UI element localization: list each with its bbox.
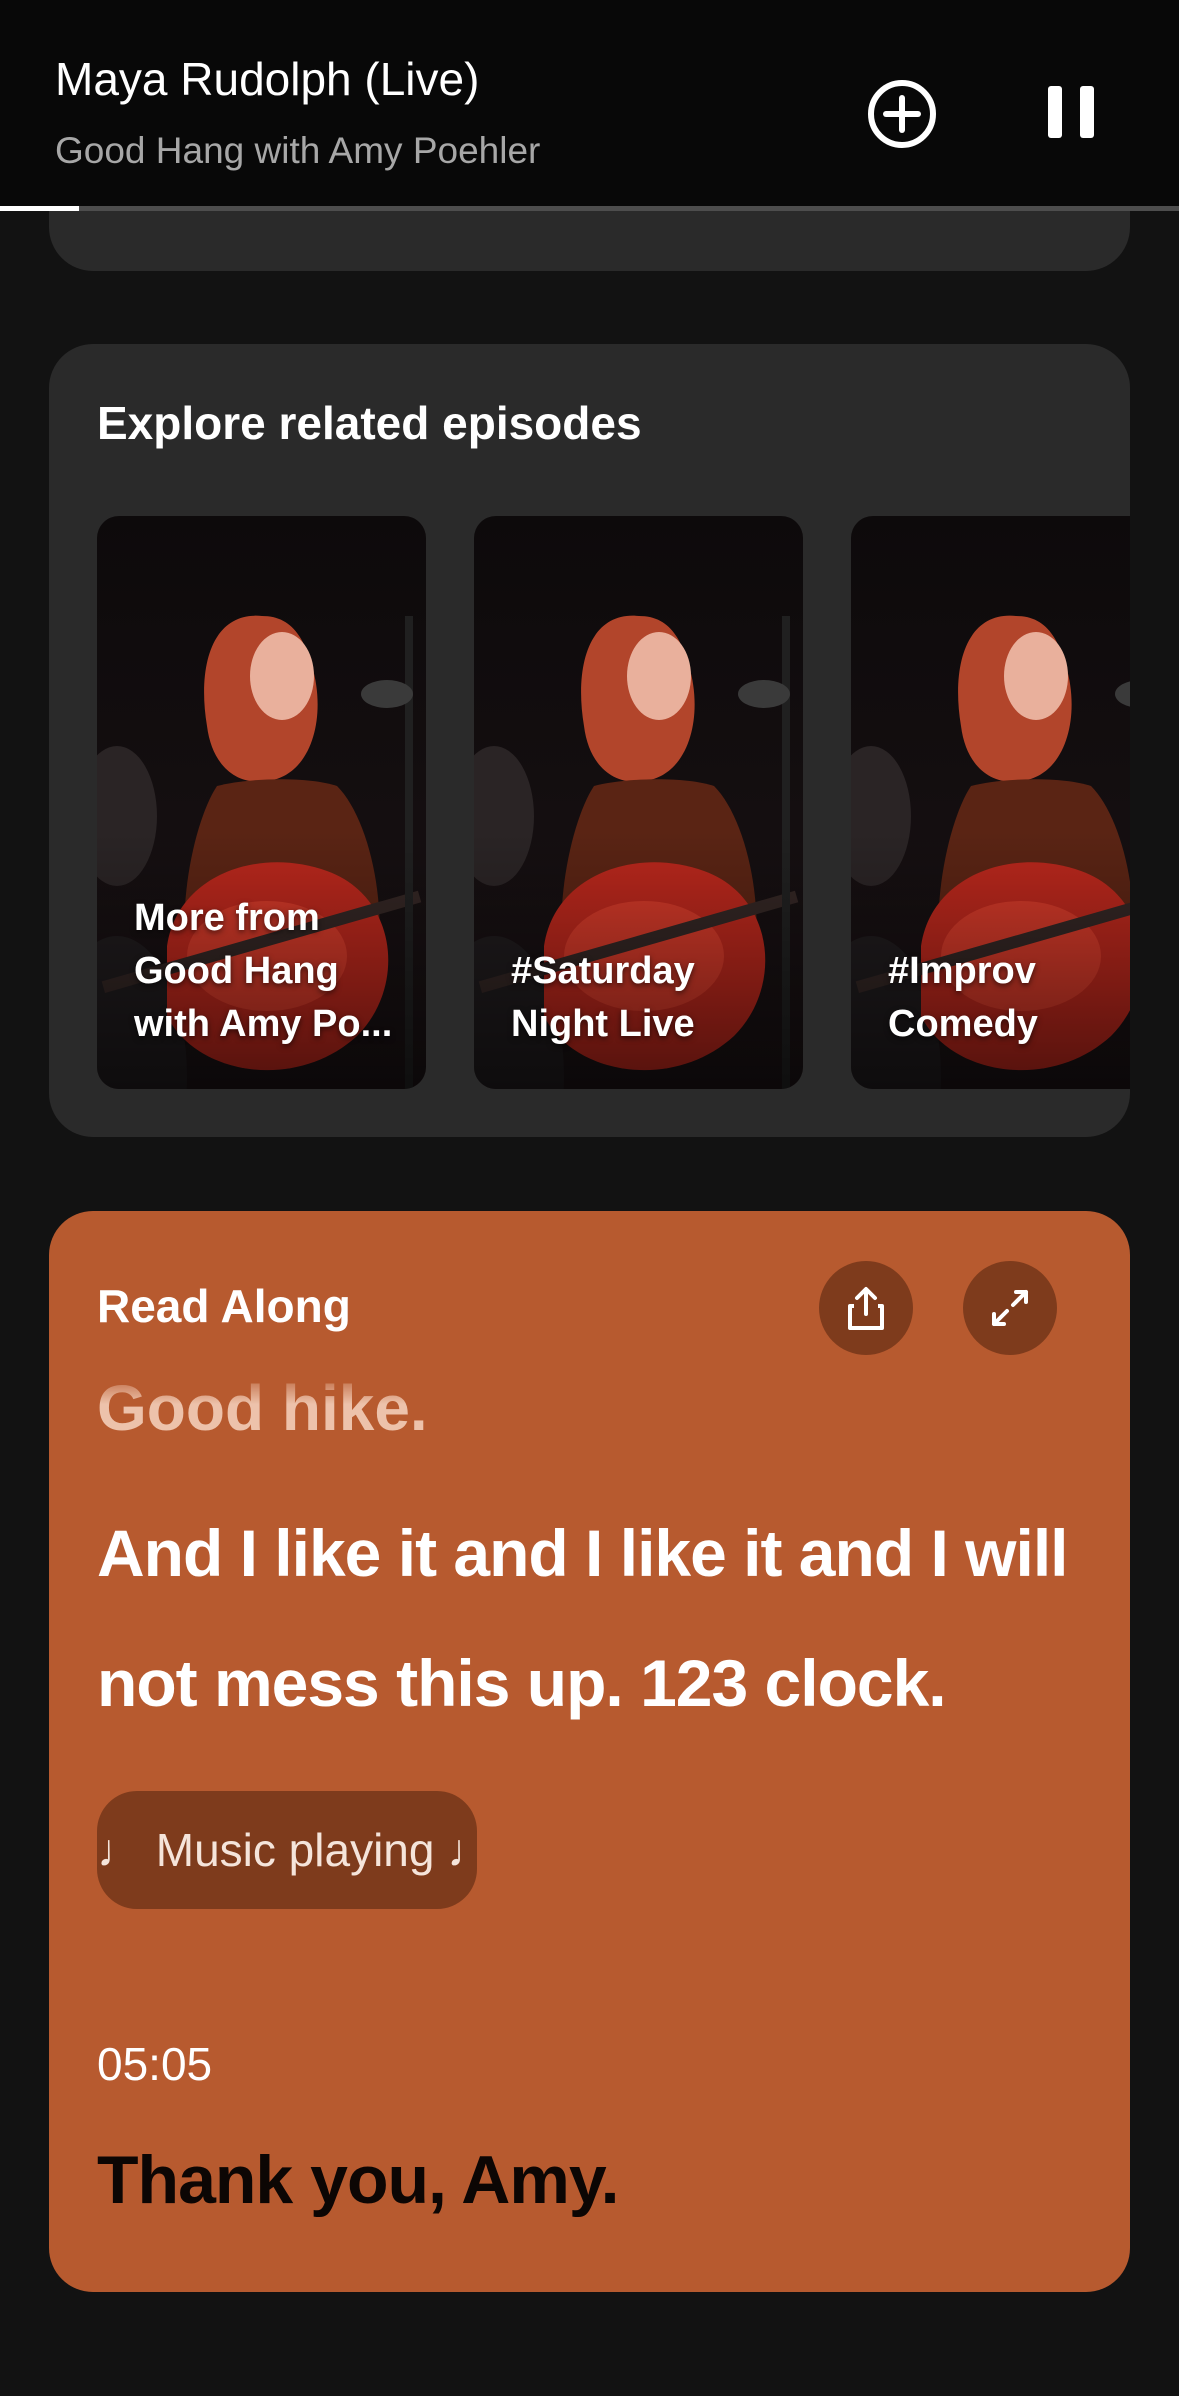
current-lyric-line: And I like it and I like it and I will n… (97, 1516, 1069, 1720)
tile-label: #Improv Comedy (888, 950, 1038, 1045)
next-lyric-line: Thank you, Amy. (97, 2142, 620, 2218)
share-icon (848, 1287, 884, 1330)
tile-label: More from Good Hang with Amy Po... (134, 897, 393, 1045)
related-tile-improv-comedy[interactable]: #Improv Comedy (851, 516, 1130, 1089)
now-playing-bar[interactable]: Maya Rudolph (Live) Good Hang with Amy P… (0, 0, 1179, 211)
episode-title: Maya Rudolph (Live) (55, 53, 480, 105)
tile-label: #Saturday Night Live (511, 950, 695, 1045)
previous-lyric-line: Good hike. (97, 1372, 428, 1444)
music-playing-indicator: ♩ Music playing ♩ (97, 1791, 494, 1909)
related-tile-saturday-night-live[interactable]: #Saturday Night Live (474, 516, 803, 1089)
expand-icon (992, 1290, 1028, 1326)
playback-progress-fill (0, 206, 79, 211)
section-title: Explore related episodes (97, 397, 642, 449)
pause-icon (1048, 86, 1094, 138)
read-along-card: Read Along Good hike. And I like it and … (49, 1211, 1130, 2292)
read-along-title: Read Along (97, 1280, 351, 1332)
music-playing-label: ♩ Music playing ♩ (97, 1824, 494, 1876)
playback-progress-bar[interactable] (0, 206, 1179, 211)
related-tile-more-from-show[interactable]: More from Good Hang with Amy Po... (97, 516, 426, 1089)
lyric-timestamp: 05:05 (97, 2038, 213, 2090)
plus-circle-icon (868, 80, 936, 148)
pause-button[interactable] (1040, 82, 1104, 146)
add-to-library-button[interactable] (866, 78, 938, 150)
explore-related-section: Explore related episodes More from Good … (49, 344, 1130, 1137)
show-name: Good Hang with Amy Poehler (55, 130, 541, 171)
share-lyrics-button[interactable] (819, 1261, 913, 1355)
expand-lyrics-button[interactable] (963, 1261, 1057, 1355)
